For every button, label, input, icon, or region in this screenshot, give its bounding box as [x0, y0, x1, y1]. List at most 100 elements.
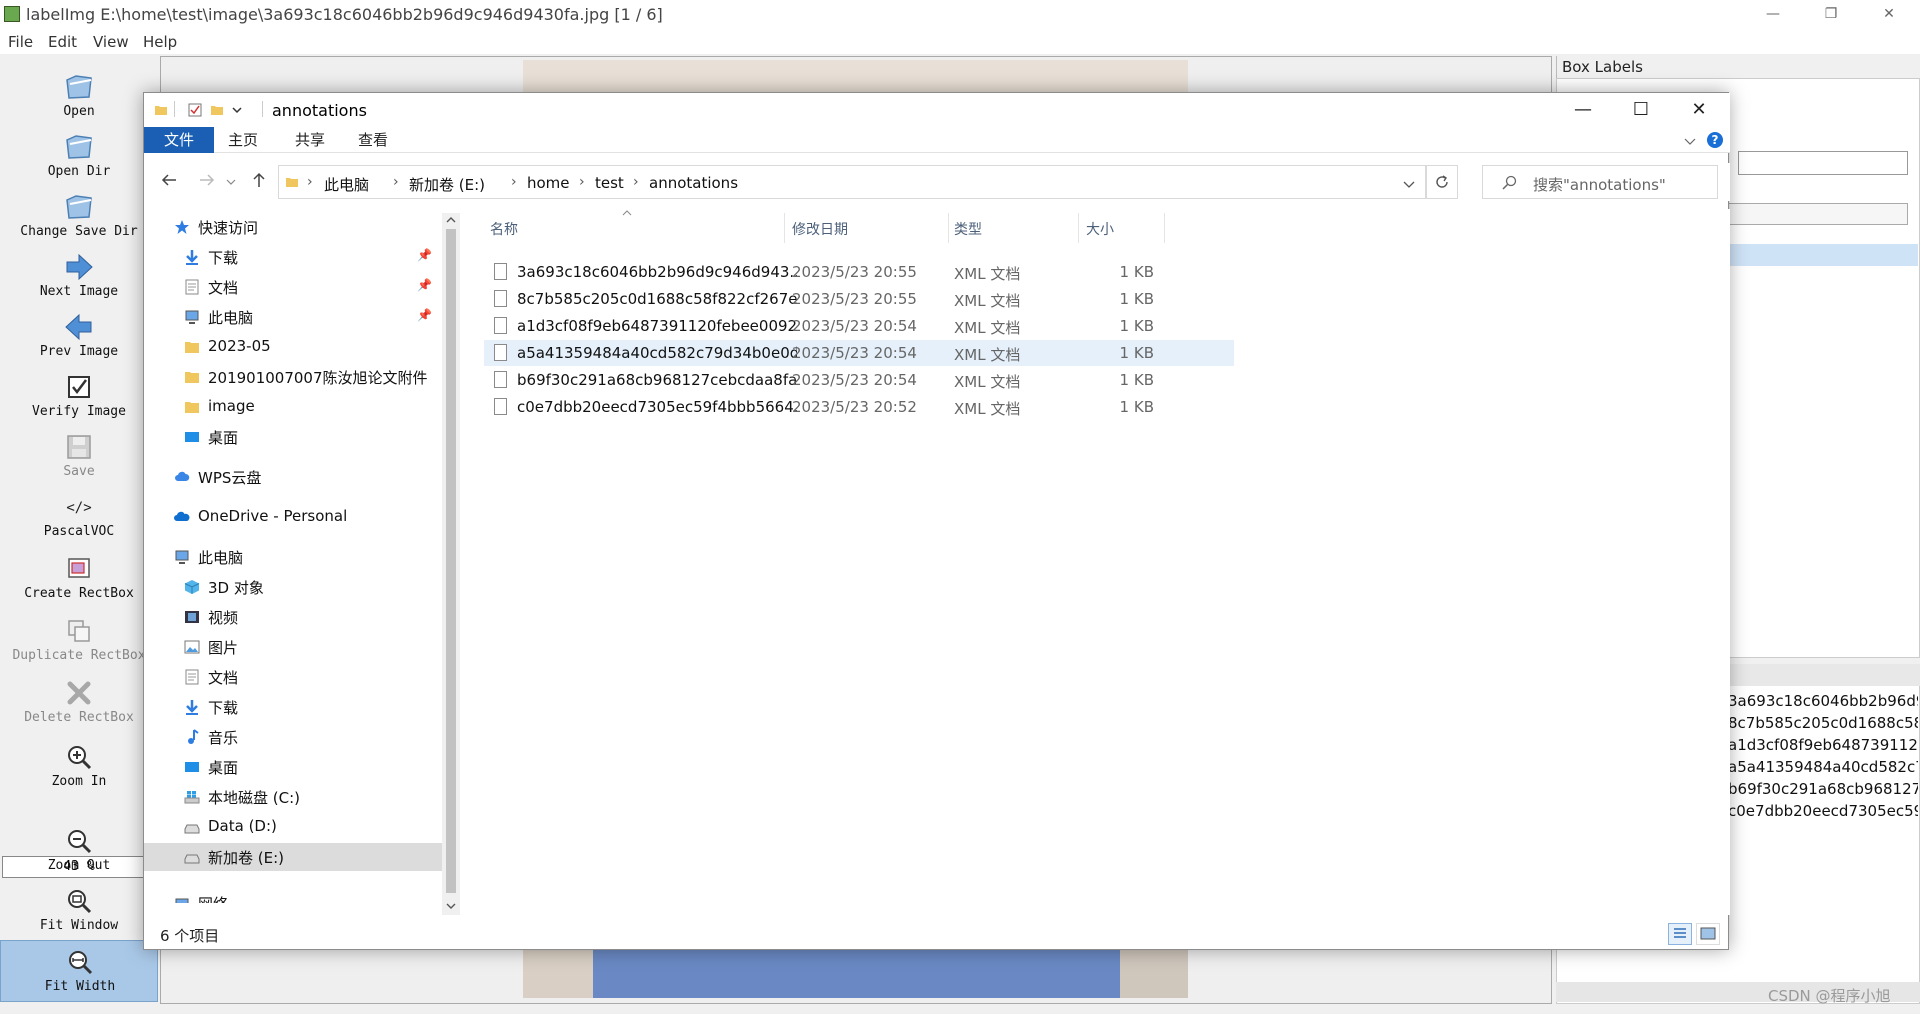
nav-scrollbar-thumb[interactable]: [446, 229, 456, 893]
file-list-item[interactable]: a5a41359484a40cd582c79d: [1728, 758, 1918, 776]
file-list-item[interactable]: a1d3cf08f9eb6487391120fe: [1728, 736, 1918, 754]
up-button[interactable]: [248, 171, 270, 193]
minimize-button[interactable]: —: [1744, 0, 1802, 28]
tab-share[interactable]: 共享: [283, 127, 337, 153]
open-dir-button[interactable]: Open Dir: [0, 126, 158, 184]
change-save-dir-button[interactable]: Change Save Dir: [0, 186, 158, 244]
prev-image-button[interactable]: Prev Image: [0, 306, 158, 364]
file-row[interactable]: 8c7b585c205c0d1688c58f822cf267e... 2023/…: [484, 286, 1234, 312]
nav-quick-access[interactable]: 快速访问: [144, 213, 442, 241]
column-type[interactable]: 类型: [954, 219, 982, 239]
delete-rectbox-button[interactable]: Delete RectBox: [0, 672, 158, 730]
menu-file[interactable]: File: [8, 33, 33, 51]
file-row[interactable]: 3a693c18c6046bb2b96d9c946d943... 2023/5/…: [484, 259, 1234, 285]
address-bar[interactable]: › 此电脑 › 新加卷 (E:) › home › test › annotat…: [278, 165, 1426, 199]
create-rectbox-button[interactable]: Create RectBox: [0, 548, 158, 606]
zoom-in-button[interactable]: Zoom In: [0, 736, 158, 794]
menu-bar: File Edit View Help: [0, 28, 1920, 54]
refresh-button[interactable]: [1426, 165, 1458, 199]
column-size[interactable]: 大小: [1086, 219, 1114, 239]
help-icon[interactable]: ?: [1706, 131, 1724, 149]
nav-documents[interactable]: 文档: [144, 663, 442, 691]
fit-width-button[interactable]: Fit Width: [0, 940, 158, 1002]
details-view-button[interactable]: [1668, 923, 1692, 945]
explorer-close-button[interactable]: ✕: [1670, 93, 1728, 127]
file-row[interactable]: a1d3cf08f9eb6487391120febee0092... 2023/…: [484, 313, 1234, 339]
nav-downloads[interactable]: 下载: [144, 693, 442, 721]
nav-desktop[interactable]: 桌面: [144, 753, 442, 781]
file-list-item[interactable]: b69f30c291a68cb968127cel: [1728, 780, 1918, 798]
nav-folder-2023-05[interactable]: 2023-05: [144, 333, 442, 361]
nav-pictures[interactable]: 图片: [144, 633, 442, 661]
file-row[interactable]: c0e7dbb20eecd7305ec59f4bbb5664... 2023/5…: [484, 394, 1234, 420]
search-input[interactable]: 搜索"annotations": [1482, 165, 1718, 199]
nav-this-pc[interactable]: 此电脑: [144, 543, 442, 571]
nav-drive-d[interactable]: Data (D:): [144, 813, 442, 841]
file-row-selected[interactable]: a5a41359484a40cd582c79d34b0e0d... 2023/5…: [484, 340, 1234, 366]
nav-drive-c[interactable]: 本地磁盘 (C:): [144, 783, 442, 811]
nav-videos[interactable]: 视频: [144, 603, 442, 631]
nav-network[interactable]: 网络: [144, 889, 442, 903]
label-list-selected-row[interactable]: [1700, 244, 1918, 266]
nav-3d-objects[interactable]: 3D 对象: [144, 573, 442, 601]
chevron-down-icon[interactable]: [1403, 178, 1415, 190]
verify-image-button[interactable]: Verify Image: [0, 366, 158, 424]
forward-button[interactable]: [196, 171, 218, 193]
nav-desktop-quick[interactable]: 桌面: [144, 423, 442, 451]
document-icon: [185, 669, 199, 685]
column-name[interactable]: 名称: [490, 219, 518, 239]
file-list-item[interactable]: c0e7dbb20eecd7305ec59f4: [1728, 802, 1918, 820]
column-separator[interactable]: [1078, 213, 1079, 243]
menu-view[interactable]: View: [93, 33, 129, 51]
scroll-down-icon[interactable]: [446, 901, 456, 911]
nav-downloads-pinned[interactable]: 下载 📌: [144, 243, 442, 271]
menu-edit[interactable]: Edit: [48, 33, 77, 51]
new-folder-icon[interactable]: [210, 103, 224, 117]
breadcrumb-home[interactable]: home: [527, 174, 570, 192]
nav-folder-thesis[interactable]: 201901007007陈汝旭论文附件: [144, 363, 442, 391]
open-button[interactable]: Open: [0, 66, 158, 124]
nav-documents-pinned[interactable]: 文档 📌: [144, 273, 442, 301]
tab-file[interactable]: 文件: [144, 127, 214, 153]
nav-folder-image[interactable]: image: [144, 393, 442, 421]
label-dropdown[interactable]: [1700, 203, 1908, 225]
pascalvoc-button[interactable]: </> PascalVOC: [0, 486, 158, 544]
explorer-maximize-button[interactable]: ☐: [1612, 93, 1670, 127]
nav-onedrive[interactable]: OneDrive - Personal: [144, 503, 442, 531]
explorer-minimize-button[interactable]: —: [1554, 93, 1612, 127]
tab-view[interactable]: 查看: [346, 127, 400, 153]
save-button[interactable]: Save: [0, 426, 158, 484]
recent-dropdown[interactable]: [224, 171, 238, 193]
breadcrumb-test[interactable]: test: [595, 174, 624, 192]
chevron-down-icon[interactable]: [232, 105, 242, 115]
default-label-input[interactable]: [1738, 151, 1908, 175]
breadcrumb-drive-e[interactable]: 新加卷 (E:): [409, 174, 485, 195]
file-list-item[interactable]: 8c7b585c205c0d1688c58f82: [1728, 714, 1918, 732]
fit-window-button[interactable]: Fit Window: [0, 880, 158, 938]
properties-icon[interactable]: [188, 103, 202, 117]
file-list-item[interactable]: 3a693c18c6046bb2b96d9c9: [1728, 692, 1918, 710]
large-icons-view-button[interactable]: [1696, 923, 1720, 945]
nav-music[interactable]: 音乐: [144, 723, 442, 751]
scroll-up-icon[interactable]: [446, 215, 456, 225]
restore-button[interactable]: ❐: [1802, 0, 1860, 28]
nav-this-pc-pinned[interactable]: 此电脑 📌: [144, 303, 442, 331]
nav-wps-cloud[interactable]: WPS云盘: [144, 463, 442, 491]
pin-icon: 📌: [417, 278, 432, 292]
column-separator[interactable]: [784, 213, 785, 243]
next-image-button[interactable]: Next Image: [0, 246, 158, 304]
breadcrumb-annotations[interactable]: annotations: [649, 174, 738, 192]
close-button[interactable]: ✕: [1860, 0, 1918, 28]
back-button[interactable]: [158, 171, 180, 193]
duplicate-rectbox-button[interactable]: Duplicate RectBox: [0, 610, 158, 668]
column-separator[interactable]: [1164, 213, 1165, 243]
column-separator[interactable]: [948, 213, 949, 243]
menu-help[interactable]: Help: [143, 33, 177, 51]
file-row[interactable]: b69f30c291a68cb968127cebcdaa8fa... 2023/…: [484, 367, 1234, 393]
breadcrumb-this-pc[interactable]: 此电脑: [324, 174, 369, 195]
ribbon-expand-icon[interactable]: [1684, 135, 1696, 147]
zoom-out-button[interactable]: Zoom Out: [0, 820, 158, 878]
tab-home[interactable]: 主页: [216, 127, 270, 153]
column-date[interactable]: 修改日期: [792, 219, 848, 239]
nav-drive-e[interactable]: 新加卷 (E:): [144, 843, 442, 871]
